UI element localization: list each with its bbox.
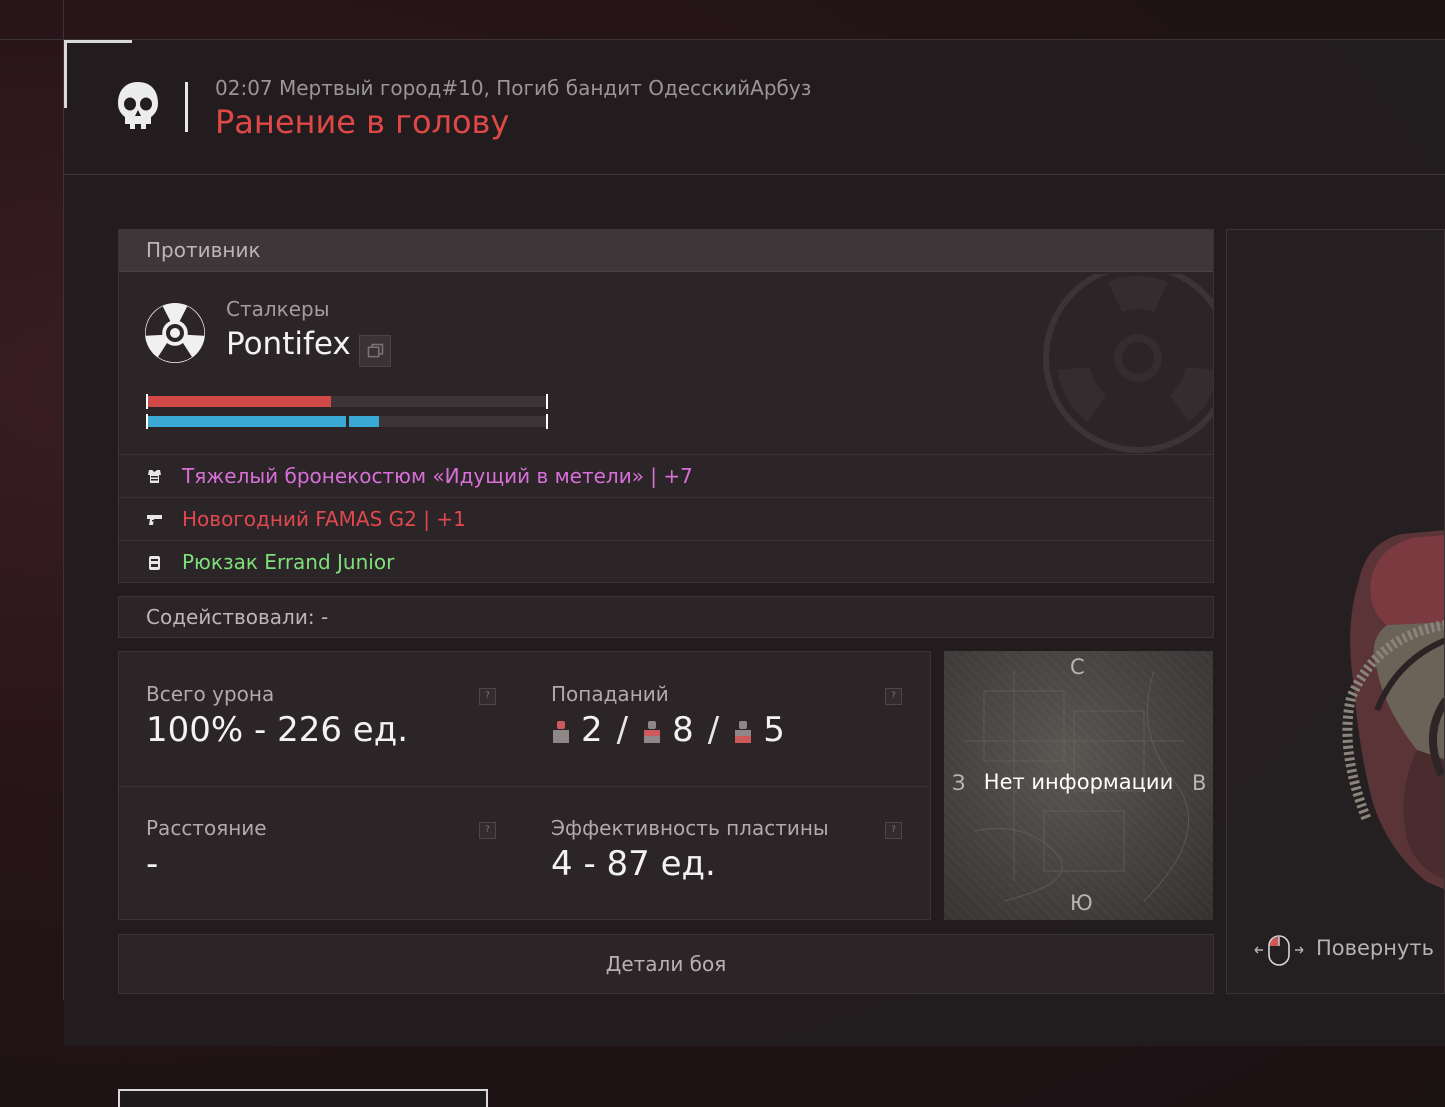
next-section-stub	[118, 1089, 488, 1107]
hits-body-count: 8	[672, 710, 694, 750]
opponent-section-title: Противник	[146, 238, 261, 262]
bar-tick-right-top	[546, 394, 548, 409]
equipment-armor-label: Тяжелый бронекостюм «Идущий в метели» | …	[182, 464, 693, 488]
battle-details-label: Детали боя	[605, 952, 727, 976]
rotate-mouse-icon	[1254, 935, 1304, 966]
hits-separator: /	[707, 710, 720, 750]
bar-tick-left-bottom	[146, 414, 148, 429]
hit-legs-icon	[735, 721, 752, 743]
stat-plate-efficiency: Эффективность пластины 4 - 87 ед.	[551, 786, 931, 906]
opponent-card-header: Противник	[119, 230, 1213, 272]
assist-label: Содействовали:	[146, 605, 315, 629]
radiation-watermark-icon	[1043, 274, 1213, 453]
bar-tick-right-bottom	[546, 414, 548, 429]
armor-bar-fill	[148, 416, 379, 427]
compass-south: Ю	[1070, 891, 1093, 915]
total-damage-label: Всего урона	[146, 682, 275, 706]
assist-value: -	[321, 605, 329, 629]
distance-help-button[interactable]: ?	[479, 822, 496, 839]
opponent-name: Pontifex	[226, 326, 351, 362]
minimap-no-info: Нет информации	[983, 770, 1174, 794]
hits-label: Попаданий	[551, 682, 669, 706]
death-cause-title: Ранение в голову	[215, 103, 510, 141]
radiation-icon	[145, 303, 205, 363]
hits-help-button[interactable]: ?	[885, 688, 902, 705]
equipment-row-backpack[interactable]: Рюкзак Errand Junior	[119, 540, 1213, 583]
equipment-weapon-label: Новогодний FAMAS G2 | +1	[182, 507, 466, 531]
header-separator	[185, 82, 188, 132]
health-bar	[148, 396, 546, 407]
armor-bar-segment-gap	[346, 416, 349, 427]
health-armor-bars	[146, 394, 550, 430]
opponent-card: Противник Сталкеры Pontifex Тяжелый брон…	[118, 229, 1214, 583]
copy-icon	[367, 343, 384, 358]
hits-value: 2 / 8 / 5	[551, 710, 785, 750]
gun-icon	[147, 515, 162, 525]
backpack-icon	[149, 556, 160, 570]
total-damage-value: 100% - 226 ед.	[146, 710, 409, 750]
top-strip	[0, 0, 1445, 40]
armor-bar	[148, 416, 546, 427]
rotate-hint-label: Повернуть	[1316, 936, 1435, 960]
total-damage-help-button[interactable]: ?	[479, 688, 496, 705]
stat-distance: Расстояние -	[146, 786, 526, 906]
equipment-backpack-label: Рюкзак Errand Junior	[182, 550, 395, 574]
stat-hits: Попаданий 2 / 8 / 5	[551, 652, 931, 772]
copy-name-button[interactable]	[359, 335, 391, 367]
hits-legs-count: 5	[763, 710, 785, 750]
hits-separator: /	[616, 710, 629, 750]
skull-icon	[118, 82, 158, 129]
plate-efficiency-value: 4 - 87 ед.	[551, 844, 716, 884]
header-divider	[64, 174, 1445, 175]
equipment-row-armor[interactable]: Тяжелый бронекостюм «Идущий в метели» | …	[119, 454, 1213, 497]
distance-value: -	[146, 844, 159, 884]
distance-label: Расстояние	[146, 816, 267, 840]
character-model	[1342, 530, 1444, 890]
stat-total-damage: Всего урона 100% - 226 ед.	[146, 652, 526, 772]
equipment-row-weapon[interactable]: Новогодний FAMAS G2 | +1	[119, 497, 1213, 540]
assist-row: Содействовали: -	[118, 596, 1214, 638]
armor-icon	[148, 470, 161, 483]
plate-efficiency-help-button[interactable]: ?	[885, 822, 902, 839]
plate-efficiency-label: Эффективность пластины	[551, 816, 829, 840]
compass-north: С	[1070, 655, 1085, 679]
hit-body-icon	[644, 721, 661, 743]
health-bar-fill	[148, 396, 331, 407]
combat-stats: Всего урона 100% - 226 ед. ? Попаданий 2…	[118, 651, 931, 920]
event-line: 02:07 Мертвый город#10, Погиб бандит Оде…	[215, 76, 812, 100]
model-preview-panel[interactable]	[1226, 229, 1445, 994]
kill-minimap: С Ю З В Нет информации	[944, 651, 1213, 920]
battle-details-button[interactable]: Детали боя	[118, 934, 1214, 994]
hits-head-count: 2	[581, 710, 603, 750]
opponent-faction: Сталкеры	[226, 297, 330, 321]
hit-head-icon	[553, 721, 569, 743]
bar-tick-left-top	[146, 394, 148, 409]
